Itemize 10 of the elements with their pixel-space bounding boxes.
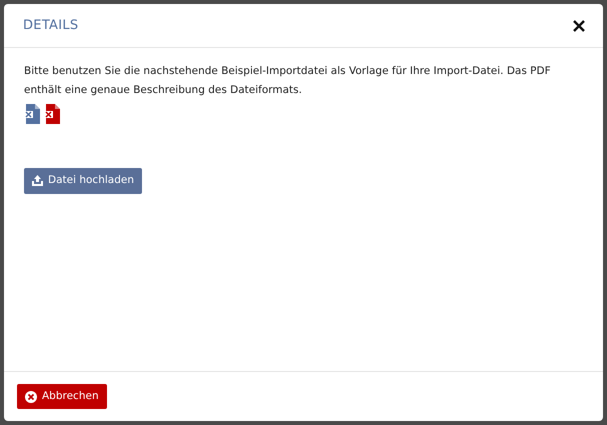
- close-button[interactable]: [571, 18, 587, 34]
- spreadsheet-file-icon[interactable]: [24, 104, 40, 124]
- close-icon: [573, 20, 585, 32]
- upload-button[interactable]: Datei hochladen: [24, 168, 142, 194]
- cancel-icon: [25, 390, 37, 402]
- cancel-button[interactable]: Abbrechen: [17, 384, 107, 410]
- dialog-title: DETAILS: [23, 16, 78, 35]
- upload-icon: [32, 175, 43, 186]
- pdf-file-icon[interactable]: [44, 104, 60, 124]
- instruction-text: Bitte benutzen Sie die nachstehende Beispiel-Importdatei als Vorlage für Ihre Import-Datei. Das PDF enthält eine genaue Beschreibung des Dateiformats.: [24, 64, 552, 98]
